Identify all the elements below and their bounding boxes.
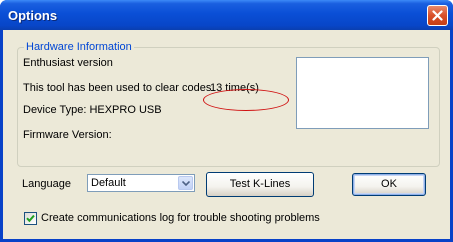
ok-button[interactable]: OK bbox=[352, 173, 426, 196]
usage-label: This tool has been used to clear codes bbox=[23, 82, 212, 94]
device-image-panel bbox=[296, 57, 429, 129]
close-icon bbox=[432, 10, 443, 21]
highlight-oval bbox=[203, 89, 289, 111]
language-label: Language bbox=[22, 178, 71, 190]
checkmark-icon bbox=[26, 214, 35, 223]
options-window: Options Hardware Information Enthusiast … bbox=[0, 0, 453, 242]
title-bar[interactable]: Options bbox=[0, 0, 453, 30]
close-button[interactable] bbox=[427, 5, 448, 26]
dialog-body: Hardware Information Enthusiast version … bbox=[3, 30, 450, 239]
firmware-version-label: Firmware Version: bbox=[23, 129, 112, 141]
create-log-checkbox[interactable] bbox=[24, 212, 37, 225]
create-log-label[interactable]: Create communications log for trouble sh… bbox=[41, 212, 320, 224]
device-type-label: Device Type: HEXPRO USB bbox=[23, 104, 162, 116]
dropdown-button[interactable] bbox=[178, 176, 193, 190]
language-selected-value: Default bbox=[91, 177, 126, 189]
window-title: Options bbox=[8, 8, 58, 23]
test-klines-label: Test K-Lines bbox=[229, 178, 291, 190]
chevron-down-icon bbox=[182, 181, 190, 186]
hardware-info-group: Hardware Information Enthusiast version … bbox=[17, 41, 440, 167]
edition-label: Enthusiast version bbox=[23, 57, 113, 69]
group-title: Hardware Information bbox=[24, 41, 134, 53]
ok-label: OK bbox=[381, 178, 397, 190]
test-klines-button[interactable]: Test K-Lines bbox=[206, 172, 314, 197]
language-select[interactable]: Default bbox=[87, 174, 195, 192]
